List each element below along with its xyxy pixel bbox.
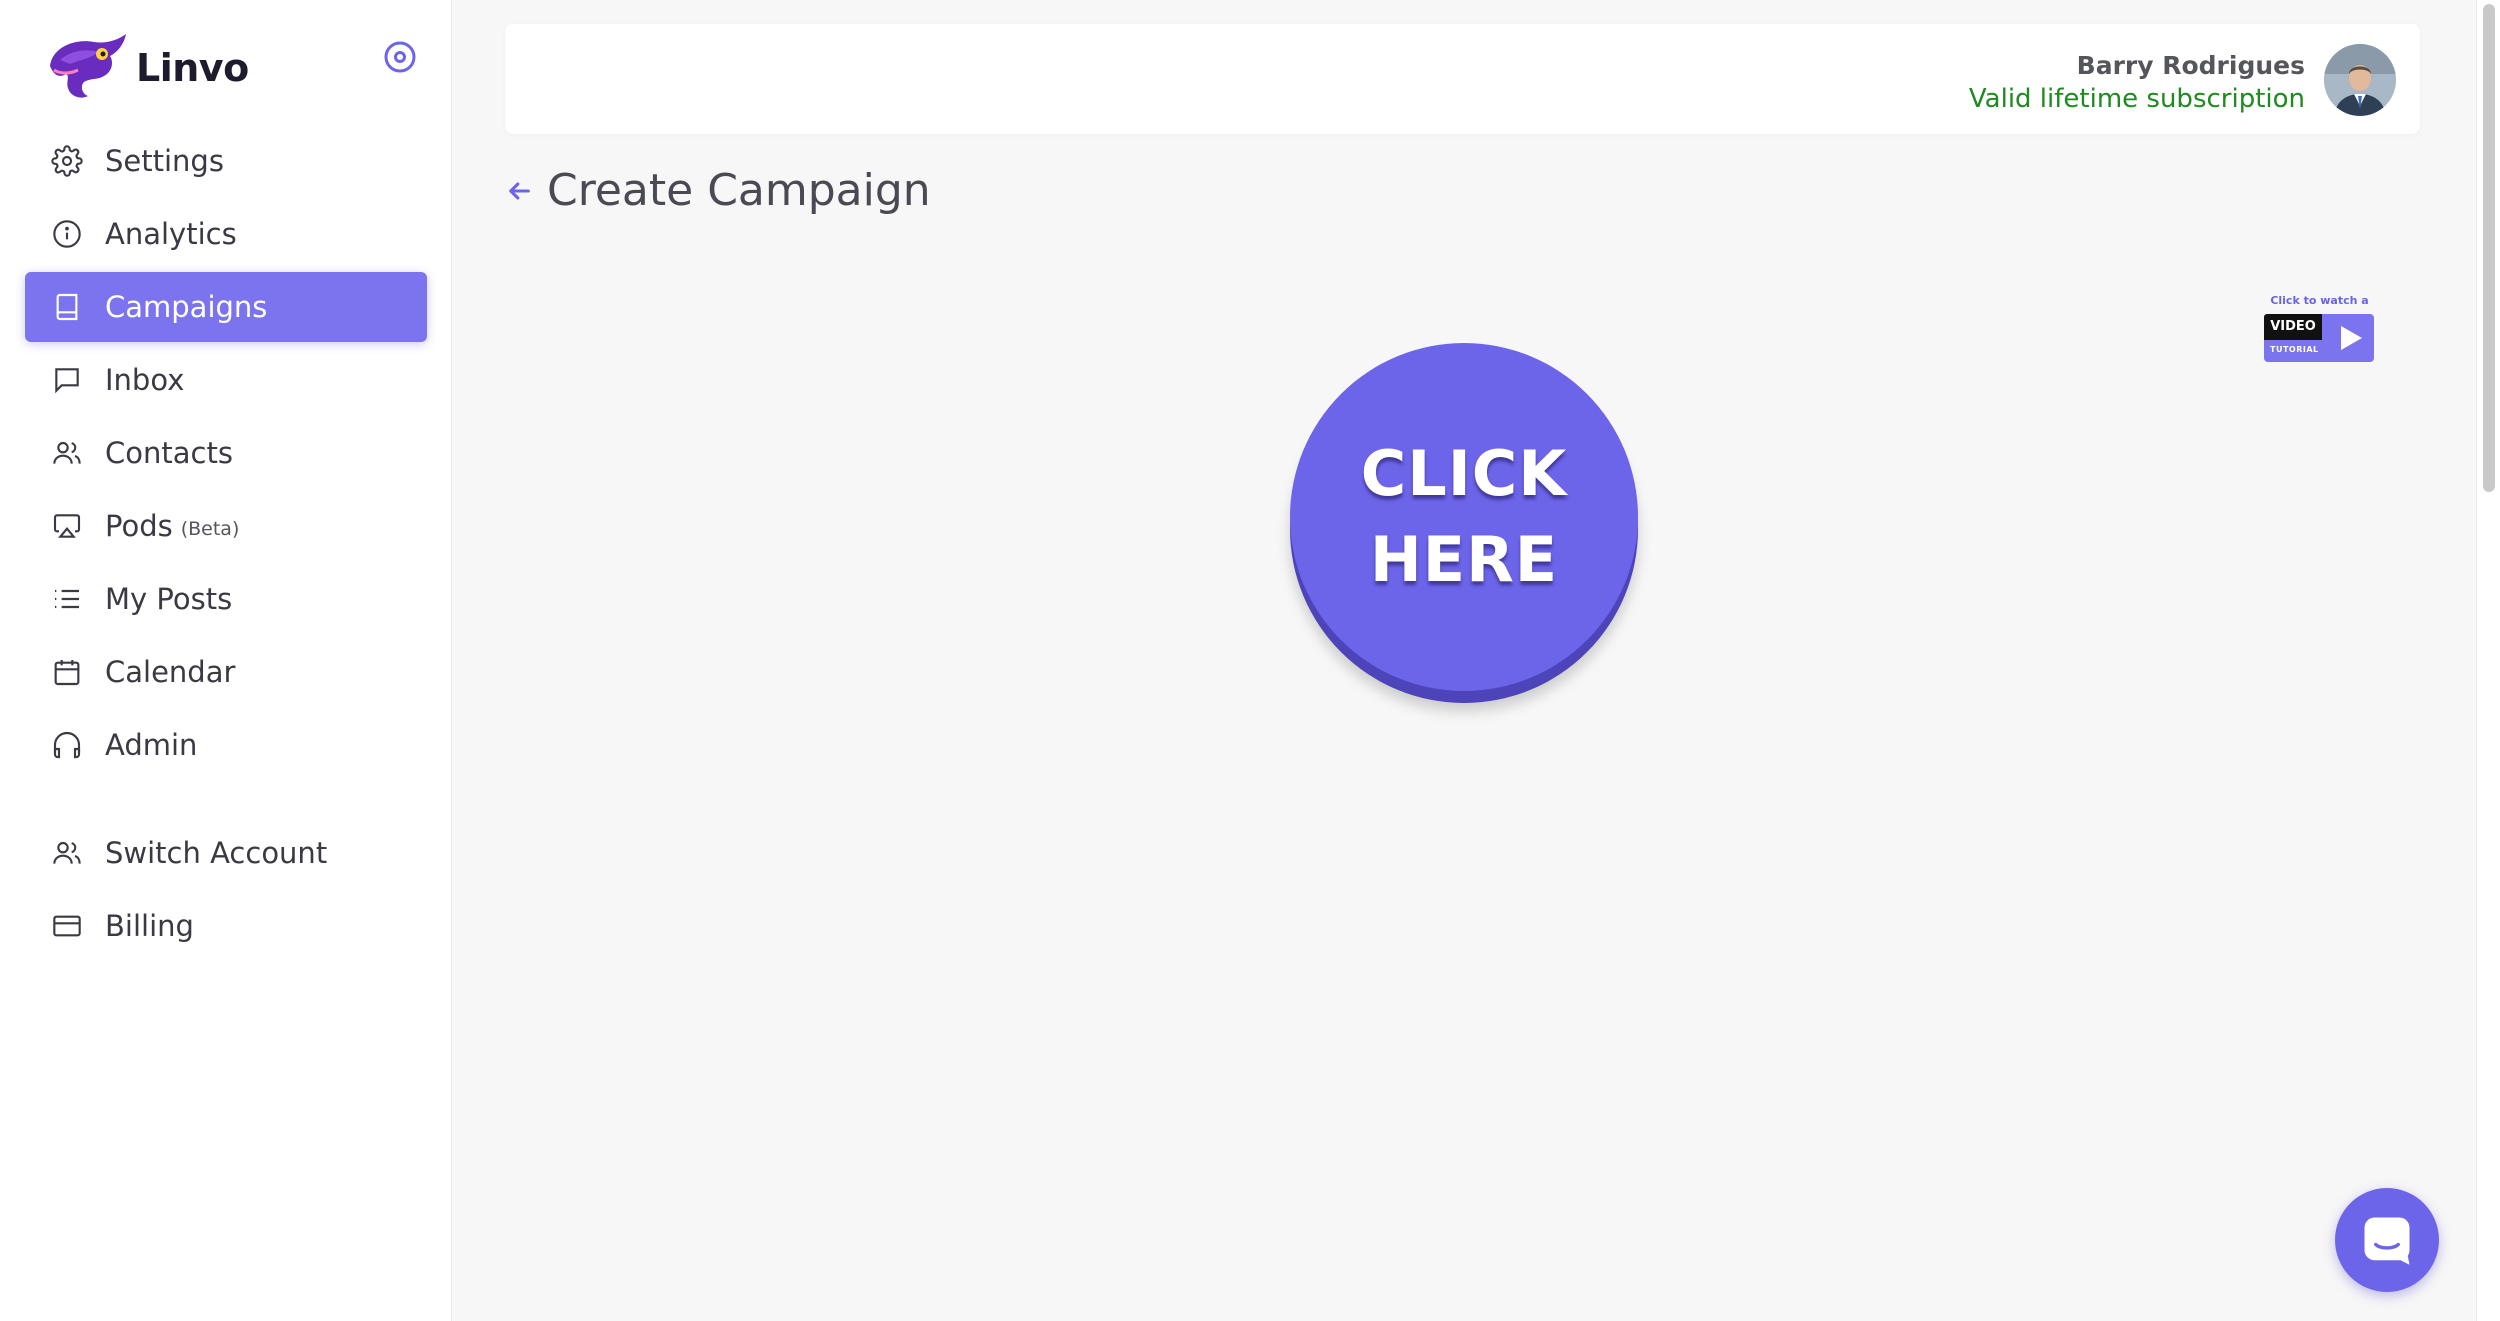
sidebar-item-label: Billing xyxy=(105,909,194,943)
page-title: Create Campaign xyxy=(547,165,931,216)
sidebar-item-pods[interactable]: Pods (Beta) xyxy=(25,491,427,561)
click-here-button[interactable]: CLICK HERE xyxy=(1290,343,1638,703)
chat-bubble-icon xyxy=(55,368,79,394)
sidebar-item-campaigns[interactable]: Campaigns xyxy=(25,272,427,342)
sidebar-item-inbox[interactable]: Inbox xyxy=(25,345,427,415)
sidebar-item-label: Analytics xyxy=(105,217,237,251)
page-header: Create Campaign xyxy=(505,165,931,216)
sidebar-item-calendar[interactable]: Calendar xyxy=(25,637,427,707)
nav-divider xyxy=(25,783,427,818)
cta-line-2: HERE xyxy=(1369,523,1559,596)
sidebar: Linvo Settings Analytics Campaigns Inbox… xyxy=(0,0,452,1321)
beta-badge: (Beta) xyxy=(180,518,240,540)
sidebar-item-label: Calendar xyxy=(105,655,236,689)
headphones-icon xyxy=(53,731,81,759)
sidebar-item-settings[interactable]: Settings xyxy=(25,126,427,196)
video-box: VIDEO TUTORIAL xyxy=(2264,314,2374,362)
video-label: VIDEO xyxy=(2264,314,2322,340)
subscription-status: Valid lifetime subscription xyxy=(1968,84,2305,114)
airplay-icon xyxy=(53,514,81,538)
user-name: Barry Rodrigues xyxy=(2076,51,2305,80)
sidebar-item-label: Pods xyxy=(105,509,173,543)
user-info[interactable]: Barry Rodrigues Valid lifetime subscript… xyxy=(1969,50,2305,116)
video-caption: Click to watch a xyxy=(2270,294,2369,307)
sidebar-item-contacts[interactable]: Contacts xyxy=(25,418,427,488)
sidebar-item-my-posts[interactable]: My Posts xyxy=(25,564,427,634)
sidebar-item-label: Admin xyxy=(105,728,198,762)
sidebar-item-label: Campaigns xyxy=(105,290,268,324)
calendar-icon xyxy=(54,660,80,686)
scrollbar[interactable] xyxy=(2476,0,2500,1321)
avatar[interactable] xyxy=(2324,44,2396,116)
sidebar-item-label: Settings xyxy=(105,144,224,178)
brand[interactable]: Linvo xyxy=(40,30,249,106)
top-bar: Barry Rodrigues Valid lifetime subscript… xyxy=(505,24,2420,134)
play-icon xyxy=(2341,326,2362,350)
users-icon xyxy=(53,441,81,464)
cta-line-1: CLICK xyxy=(1360,437,1568,510)
video-sub-label: TUTORIAL xyxy=(2270,345,2319,354)
sidebar-item-label: Contacts xyxy=(105,436,233,470)
brand-name: Linvo xyxy=(136,46,249,90)
gear-icon xyxy=(51,145,83,177)
sidebar-item-label: My Posts xyxy=(105,582,233,616)
sidebar-nav: Settings Analytics Campaigns Inbox Conta… xyxy=(25,126,427,964)
scrollbar-thumb[interactable] xyxy=(2483,4,2495,492)
sidebar-item-label: Switch Account xyxy=(105,836,328,870)
back-arrow-icon[interactable] xyxy=(505,177,533,205)
info-circle-icon xyxy=(53,220,81,248)
video-tutorial-badge[interactable]: Click to watch a VIDEO TUTORIAL xyxy=(2262,294,2377,364)
list-icon xyxy=(55,589,79,609)
credit-card-icon xyxy=(53,915,81,937)
user-photo-icon xyxy=(2324,44,2396,116)
button-face: CLICK HERE xyxy=(1290,343,1638,691)
chat-launcher-button[interactable] xyxy=(2335,1188,2439,1292)
users-icon xyxy=(53,841,81,864)
sidebar-item-admin[interactable]: Admin xyxy=(25,710,427,780)
sidebar-item-label: Inbox xyxy=(105,363,185,397)
chameleon-logo-icon xyxy=(50,34,126,98)
book-icon xyxy=(56,293,78,321)
chat-icon xyxy=(2364,1217,2410,1265)
sidebar-item-billing[interactable]: Billing xyxy=(25,891,427,961)
sidebar-item-switch-account[interactable]: Switch Account xyxy=(25,818,427,888)
collapse-sidebar-icon[interactable] xyxy=(383,40,417,74)
sidebar-item-analytics[interactable]: Analytics xyxy=(25,199,427,269)
